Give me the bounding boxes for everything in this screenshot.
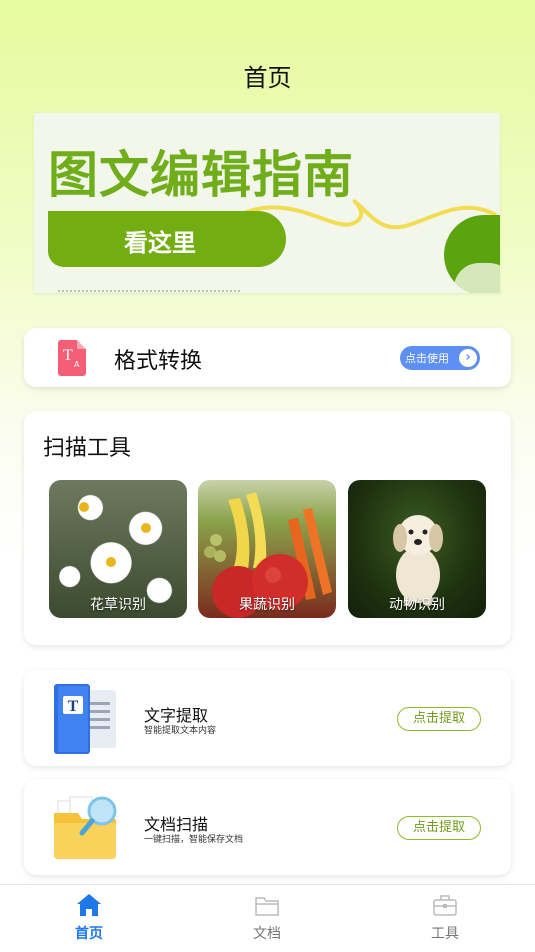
tool-subtitle: 一键扫描，智能保存文档 (144, 835, 244, 845)
flower-recognition-tile[interactable]: 花草识别 (49, 480, 187, 618)
format-icon-letter: T (63, 347, 73, 364)
svg-text:T: T (68, 698, 79, 715)
scan-tools-card: 扫描工具 花草识别 果蔬识别 动物识别 (24, 411, 511, 645)
format-convert-card[interactable]: T A 格式转换 点击使用 › (24, 328, 511, 387)
guide-banner[interactable]: 图文编辑指南 看这里 (34, 113, 500, 293)
flower-center (106, 557, 116, 567)
extract-button[interactable]: 点击提取 (397, 816, 481, 840)
flower-center (141, 523, 151, 533)
tab-documents[interactable]: 文档 (222, 893, 312, 943)
tile-label: 果蔬识别 (239, 597, 295, 613)
use-button[interactable]: 点击使用 › (400, 346, 480, 370)
toolbox-icon (433, 895, 457, 916)
text-extract-card[interactable]: T 文字提取 智能提取文本内容 点击提取 (24, 670, 511, 766)
tab-label: 首页 (75, 926, 103, 942)
format-convert-icon: T A (58, 340, 86, 376)
scan-tools-title: 扫描工具 (43, 436, 132, 461)
folder-icon (255, 897, 279, 916)
banner-dots-divider (58, 290, 240, 292)
flower-center (79, 502, 89, 512)
format-icon-sub: A (74, 360, 80, 369)
text-document-icon: T (54, 684, 116, 754)
folder-search-icon (54, 796, 117, 859)
tool-subtitle: 智能提取文本内容 (144, 726, 217, 736)
tab-label: 文档 (253, 926, 281, 942)
banner-button-label: 看这里 (124, 229, 196, 257)
document-scan-card[interactable]: 文档扫描 一键扫描，智能保存文档 点击提取 (24, 779, 511, 875)
chevron-right-icon: › (459, 349, 477, 367)
tab-home[interactable]: 首页 (44, 893, 134, 943)
tile-label: 花草识别 (90, 597, 146, 613)
tile-label: 动物识别 (389, 597, 445, 613)
tab-label: 工具 (431, 926, 459, 942)
bottom-tab-bar: 首页 文档 工具 (0, 884, 535, 952)
animal-recognition-tile[interactable]: 动物识别 (348, 480, 486, 618)
home-icon (77, 894, 101, 916)
page-title: 首页 (243, 64, 292, 92)
extract-button[interactable]: 点击提取 (397, 707, 481, 731)
use-button-label: 点击使用 (405, 352, 449, 365)
tab-tools[interactable]: 工具 (400, 893, 490, 943)
fruit-vegetable-recognition-tile[interactable]: 果蔬识别 (198, 480, 336, 618)
format-convert-title: 格式转换 (114, 349, 203, 374)
banner-look-here-button[interactable]: 看这里 (48, 211, 286, 267)
